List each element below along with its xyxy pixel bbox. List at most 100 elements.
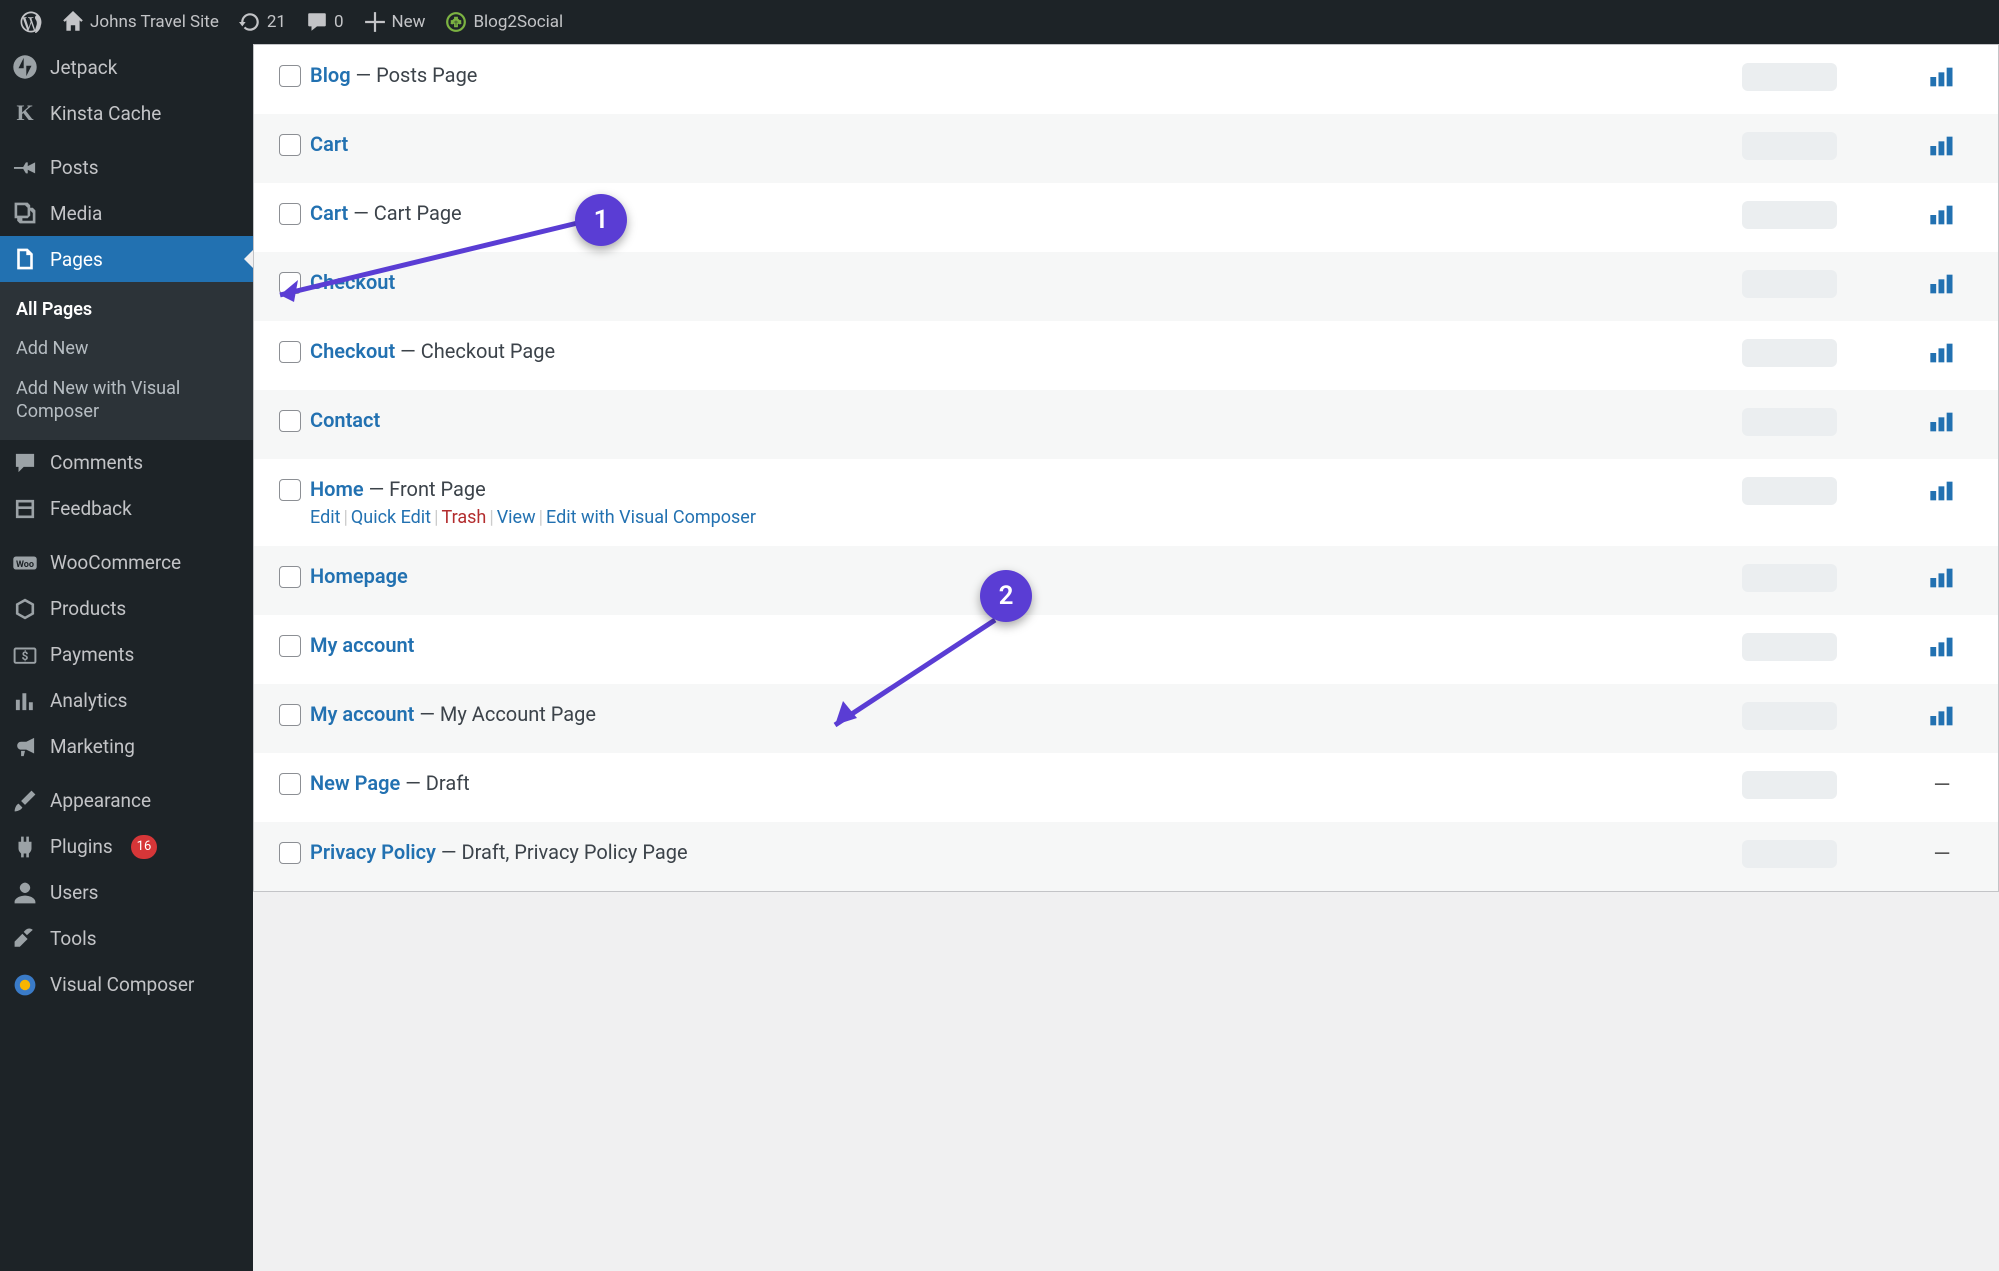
wordpress-icon xyxy=(20,11,42,33)
sidebar-item-marketing[interactable]: Marketing xyxy=(0,724,253,770)
author-placeholder xyxy=(1742,132,1837,160)
updates-link[interactable]: 21 xyxy=(229,0,296,44)
submenu-add-new[interactable]: Add New xyxy=(0,329,253,368)
wp-logo-menu[interactable] xyxy=(10,0,52,44)
pages-table: Blog — Posts PageCartCart — Cart PageChe… xyxy=(253,44,1999,892)
sidebar-item-media[interactable]: Media xyxy=(0,190,253,236)
row-select-checkbox[interactable] xyxy=(279,566,301,588)
sidebar-item-pages[interactable]: Pages xyxy=(0,236,253,282)
sidebar-item-products[interactable]: Products xyxy=(0,586,253,632)
comments-link[interactable]: 0 xyxy=(296,0,354,44)
submenu-add-new-vc[interactable]: Add New with Visual Composer xyxy=(0,369,253,432)
sidebar-item-feedback[interactable]: Feedback xyxy=(0,486,253,532)
sidebar-item-plugins[interactable]: Plugins 16 xyxy=(0,824,253,870)
page-title-link[interactable]: Checkout xyxy=(310,270,395,294)
page-title-link[interactable]: My account xyxy=(310,702,414,726)
comments-count: 0 xyxy=(334,12,344,32)
row-select-checkbox[interactable] xyxy=(279,773,301,795)
stats-cell[interactable] xyxy=(1902,339,1982,370)
svg-text:Woo: Woo xyxy=(16,559,34,569)
page-title-link[interactable]: Cart xyxy=(310,132,348,156)
page-title-link[interactable]: Checkout xyxy=(310,339,395,363)
row-select-checkbox[interactable] xyxy=(279,65,301,87)
sidebar-item-appearance[interactable]: Appearance xyxy=(0,778,253,824)
row-select-checkbox[interactable] xyxy=(279,410,301,432)
stats-cell[interactable] xyxy=(1902,564,1982,595)
sidebar-item-visual-composer[interactable]: Visual Composer xyxy=(0,962,253,1008)
sidebar-item-label: Feedback xyxy=(50,497,132,520)
stats-cell[interactable] xyxy=(1902,201,1982,232)
stats-cell[interactable] xyxy=(1902,633,1982,664)
sidebar-item-posts[interactable]: Posts xyxy=(0,144,253,190)
stats-cell[interactable] xyxy=(1902,132,1982,163)
page-title-link[interactable]: Homepage xyxy=(310,564,408,588)
stats-cell[interactable]: — xyxy=(1902,771,1982,798)
author-placeholder xyxy=(1742,840,1837,868)
sidebar-item-label: Pages xyxy=(50,248,103,271)
stats-cell[interactable] xyxy=(1902,63,1982,94)
action-edit[interactable]: Edit xyxy=(310,507,340,528)
no-stats-indicator: — xyxy=(1933,842,1950,867)
action-trash[interactable]: Trash xyxy=(441,507,486,528)
row-select-checkbox[interactable] xyxy=(279,842,301,864)
page-title-link[interactable]: Cart xyxy=(310,201,348,225)
sidebar-item-kinsta-cache[interactable]: K Kinsta Cache xyxy=(0,90,253,136)
submenu-all-pages[interactable]: All Pages xyxy=(0,290,253,329)
sidebar-item-users[interactable]: Users xyxy=(0,870,253,916)
page-state-label: — Posts Page xyxy=(351,63,478,87)
page-title-link[interactable]: Home xyxy=(310,477,364,501)
stats-cell[interactable] xyxy=(1902,408,1982,439)
author-placeholder xyxy=(1742,408,1837,436)
page-title-link[interactable]: Privacy Policy xyxy=(310,840,436,864)
page-row: My account — My Account Page xyxy=(254,684,1998,753)
share-icon xyxy=(445,11,467,33)
action-edit-visual-composer[interactable]: Edit with Visual Composer xyxy=(546,507,756,528)
author-cell xyxy=(1742,270,1902,303)
sidebar-item-label: Visual Composer xyxy=(50,973,194,996)
stats-cell[interactable] xyxy=(1902,270,1982,301)
page-state-label: — Checkout Page xyxy=(395,339,555,363)
author-cell xyxy=(1742,633,1902,666)
page-title-link[interactable]: Blog xyxy=(310,63,351,87)
site-name-link[interactable]: Johns Travel Site xyxy=(52,0,229,44)
page-title-link[interactable]: New Page xyxy=(310,771,400,795)
stats-cell[interactable] xyxy=(1902,702,1982,733)
update-icon xyxy=(239,11,261,33)
sidebar-item-tools[interactable]: Tools xyxy=(0,916,253,962)
page-title-link[interactable]: Contact xyxy=(310,408,380,432)
sidebar-item-payments[interactable]: $ Payments xyxy=(0,632,253,678)
action-quick-edit[interactable]: Quick Edit xyxy=(351,507,431,528)
author-cell xyxy=(1742,564,1902,597)
row-select-checkbox[interactable] xyxy=(279,272,301,294)
action-view[interactable]: View xyxy=(497,507,536,528)
sidebar-item-analytics[interactable]: Analytics xyxy=(0,678,253,724)
page-row: My account xyxy=(254,615,1998,684)
sidebar-item-woocommerce[interactable]: Woo WooCommerce xyxy=(0,540,253,586)
pin-icon xyxy=(12,154,38,180)
sidebar-item-label: Tools xyxy=(50,927,97,950)
stats-cell[interactable]: — xyxy=(1902,840,1982,867)
site-name-label: Johns Travel Site xyxy=(90,12,219,32)
brush-icon xyxy=(12,788,38,814)
page-title-link[interactable]: My account xyxy=(310,633,414,657)
stats-bars-icon xyxy=(1928,272,1956,301)
row-select-checkbox[interactable] xyxy=(279,203,301,225)
stats-cell[interactable] xyxy=(1902,477,1982,508)
page-row: Contact xyxy=(254,390,1998,459)
author-cell xyxy=(1742,702,1902,735)
new-content-link[interactable]: New xyxy=(354,0,436,44)
plugin-icon xyxy=(12,834,38,860)
row-select-checkbox[interactable] xyxy=(279,635,301,657)
stats-bars-icon xyxy=(1928,341,1956,370)
row-select-checkbox[interactable] xyxy=(279,704,301,726)
page-row: Homepage xyxy=(254,546,1998,615)
sidebar-item-comments[interactable]: Comments xyxy=(0,440,253,486)
sidebar-item-jetpack[interactable]: Jetpack xyxy=(0,44,253,90)
tools-icon xyxy=(12,926,38,952)
row-select-checkbox[interactable] xyxy=(279,341,301,363)
row-select-checkbox[interactable] xyxy=(279,479,301,501)
author-cell xyxy=(1742,132,1902,165)
blog2social-link[interactable]: Blog2Social xyxy=(435,0,573,44)
row-select-checkbox[interactable] xyxy=(279,134,301,156)
jetpack-icon xyxy=(12,54,38,80)
